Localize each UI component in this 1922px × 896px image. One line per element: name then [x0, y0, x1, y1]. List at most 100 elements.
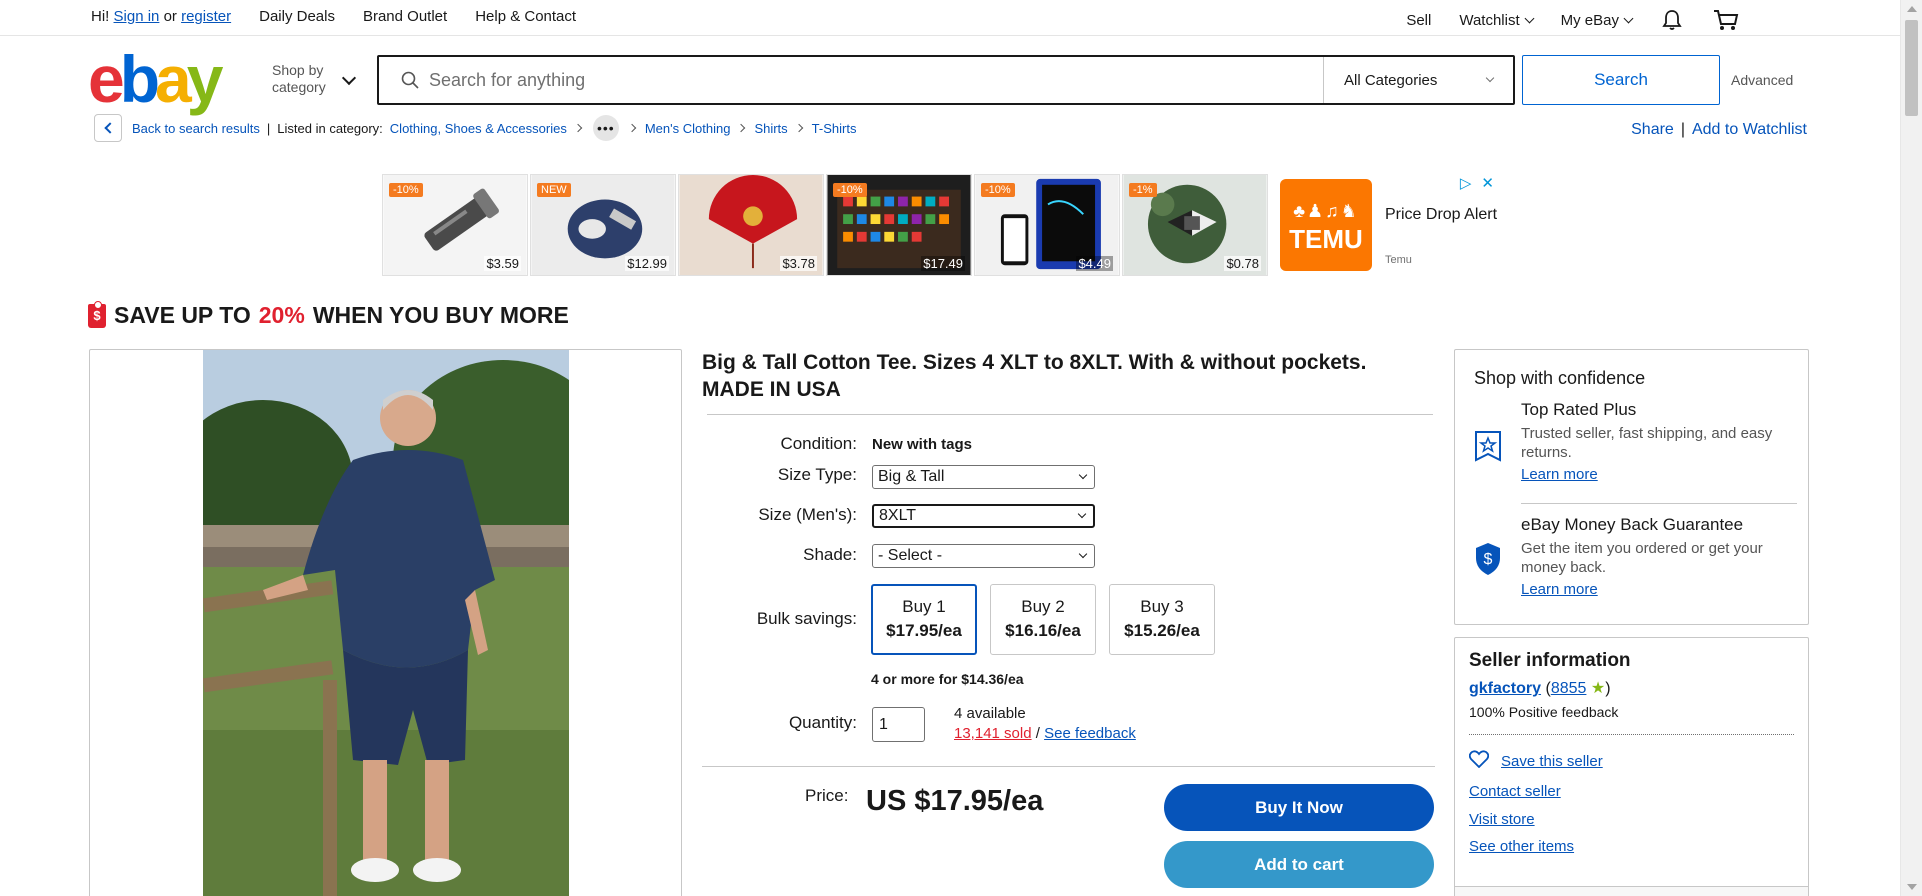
- sign-in-link[interactable]: Sign in: [114, 8, 160, 25]
- quantity-label: Quantity:: [788, 713, 857, 732]
- ad-choices-icon[interactable]: ▷: [1460, 174, 1472, 192]
- learn-more-link[interactable]: Learn more: [1521, 466, 1796, 483]
- logo-letter-e: e: [88, 42, 125, 116]
- feedback-score-link[interactable]: 8855: [1551, 680, 1587, 697]
- bulk-option-buy-1[interactable]: Buy 1 $17.95/ea: [871, 584, 977, 655]
- temu-ad[interactable]: ♣♟♫♞ TEMU Price Drop Alert Temu ▷ ✕: [1270, 174, 1510, 276]
- close-icon[interactable]: ✕: [1481, 174, 1494, 192]
- confidence-item-desc: Get the item you ordered or get your mon…: [1521, 540, 1763, 576]
- ad-price: $3.59: [484, 256, 521, 271]
- heart-icon: [1468, 750, 1490, 772]
- daily-deals-link[interactable]: Daily Deals: [259, 8, 335, 25]
- bulk-price: $17.95/ea: [886, 621, 962, 640]
- availability-info: 4 available 13,141 sold / See feedback: [954, 704, 1136, 744]
- ad-tile[interactable]: -10% $3.59: [382, 174, 528, 276]
- bulk-qty: Buy 1: [902, 597, 946, 616]
- chevron-down-icon: [1078, 470, 1088, 480]
- back-arrow-icon[interactable]: [94, 114, 122, 142]
- share-link[interactable]: Share: [1631, 121, 1674, 138]
- size-type-select[interactable]: Big & Tall: [872, 465, 1095, 489]
- quantity-input[interactable]: 1: [872, 707, 925, 742]
- ad-controls: ▷ ✕: [1460, 174, 1494, 192]
- chevron-down-icon[interactable]: [341, 70, 357, 86]
- scroll-up-arrow-icon[interactable]: [1907, 6, 1917, 12]
- chevron-down-icon: [1485, 73, 1495, 83]
- ad-tile[interactable]: -10% $4.49: [974, 174, 1120, 276]
- listing-title: Big & Tall Cotton Tee. Sizes 4 XLT to 8X…: [702, 351, 1367, 401]
- top-bar-left: Hi! Sign in or register Daily Deals Bran…: [91, 8, 576, 25]
- breadcrumb-item[interactable]: T-Shirts: [812, 121, 857, 136]
- ad-tile[interactable]: -10% $17.49: [826, 174, 972, 276]
- category-select[interactable]: All Categories: [1323, 57, 1513, 103]
- breadcrumb-item[interactable]: Shirts: [754, 121, 787, 136]
- search-input[interactable]: [429, 57, 1323, 103]
- listed-in-label: Listed in category:: [277, 120, 383, 136]
- shade-select[interactable]: - Select -: [872, 544, 1095, 568]
- contact-seller-link[interactable]: Contact seller: [1469, 783, 1561, 800]
- chevron-down-icon: [1623, 13, 1634, 23]
- see-feedback-link[interactable]: See feedback: [1044, 725, 1136, 742]
- add-to-watchlist-link[interactable]: Add to Watchlist: [1692, 121, 1807, 138]
- ad-tile[interactable]: $3.78: [678, 174, 824, 276]
- seller-name-link[interactable]: gkfactory: [1469, 680, 1541, 697]
- brand-outlet-link[interactable]: Brand Outlet: [363, 8, 447, 25]
- greeting: Hi! Sign in or register: [91, 8, 231, 25]
- more-breadcrumbs-button[interactable]: •••: [592, 115, 619, 141]
- ad-tile[interactable]: NEW $12.99: [530, 174, 676, 276]
- seller-items-preview[interactable]: [1454, 886, 1809, 896]
- breadcrumb-divider: |: [266, 120, 271, 136]
- breadcrumb-item[interactable]: Men's Clothing: [645, 121, 731, 136]
- product-image-panel[interactable]: [89, 349, 682, 896]
- temu-source: Temu: [1385, 254, 1412, 266]
- four-or-more-price: 4 or more for $14.36/ea: [871, 671, 1024, 687]
- save-seller-button[interactable]: Save this seller: [1468, 750, 1603, 772]
- scrollbar-thumb[interactable]: [1905, 20, 1918, 116]
- sell-link[interactable]: Sell: [1406, 12, 1431, 29]
- divider: [1469, 734, 1794, 735]
- scroll-down-arrow-icon[interactable]: [1907, 884, 1917, 890]
- size-select[interactable]: 8XLT: [872, 504, 1095, 528]
- divider: [702, 766, 1435, 767]
- shade-label: Shade:: [803, 545, 857, 564]
- ad-tile[interactable]: -1% $0.78: [1122, 174, 1268, 276]
- size-type-value: Big & Tall: [878, 468, 945, 485]
- shopping-cart-icon[interactable]: [1712, 8, 1740, 32]
- category-select-value: All Categories: [1344, 71, 1438, 89]
- chevron-down-icon: [1077, 509, 1087, 519]
- notification-bell-icon[interactable]: [1660, 8, 1684, 32]
- price-tag-icon: $: [88, 300, 106, 328]
- back-to-search-link[interactable]: Back to search results: [132, 121, 260, 136]
- top-bar-right: Sell Watchlist My eBay: [1406, 8, 1740, 32]
- page-scrollbar[interactable]: [1900, 0, 1922, 896]
- buy-it-now-button[interactable]: Buy It Now: [1164, 784, 1434, 831]
- my-ebay-menu[interactable]: My eBay: [1560, 11, 1634, 29]
- breadcrumb-item[interactable]: Clothing, Shoes & Accessories: [390, 121, 567, 136]
- search-button[interactable]: Search: [1522, 55, 1720, 105]
- see-other-items-link[interactable]: See other items: [1469, 838, 1574, 855]
- confidence-item-money-back: eBay Money Back Guarantee Get the item y…: [1521, 515, 1796, 598]
- add-to-cart-button[interactable]: Add to cart: [1164, 841, 1434, 888]
- my-ebay-label: My eBay: [1560, 11, 1619, 29]
- shop-with-confidence-panel: Shop with confidence Top Rated Plus Trus…: [1454, 349, 1809, 625]
- shop-by-category-button[interactable]: Shop by category: [272, 62, 342, 96]
- ebay-logo[interactable]: ebay: [88, 46, 228, 112]
- search-bar: All Categories: [377, 55, 1515, 105]
- shop-by-category-label: Shop by category: [272, 62, 326, 95]
- learn-more-link[interactable]: Learn more: [1521, 581, 1796, 598]
- help-contact-link[interactable]: Help & Contact: [475, 8, 576, 25]
- sold-count-link[interactable]: 13,141 sold: [954, 725, 1032, 742]
- bulk-qty: Buy 2: [1021, 597, 1065, 616]
- advanced-search-link[interactable]: Advanced: [1731, 72, 1793, 88]
- confidence-title: Shop with confidence: [1474, 368, 1646, 388]
- visit-store-link[interactable]: Visit store: [1469, 811, 1535, 828]
- top-navigation-bar: Hi! Sign in or register Daily Deals Bran…: [0, 0, 1900, 36]
- save-seller-link[interactable]: Save this seller: [1501, 753, 1603, 770]
- greeting-text: Hi!: [91, 8, 110, 25]
- register-link[interactable]: register: [181, 8, 231, 25]
- price-value: US $17.95/ea: [866, 785, 1044, 817]
- slash-separator: /: [1035, 725, 1040, 742]
- bulk-option-buy-2[interactable]: Buy 2 $16.16/ea: [990, 584, 1096, 655]
- discount-badge: -10%: [389, 183, 423, 197]
- bulk-option-buy-3[interactable]: Buy 3 $15.26/ea: [1109, 584, 1215, 655]
- watchlist-menu[interactable]: Watchlist: [1459, 12, 1535, 29]
